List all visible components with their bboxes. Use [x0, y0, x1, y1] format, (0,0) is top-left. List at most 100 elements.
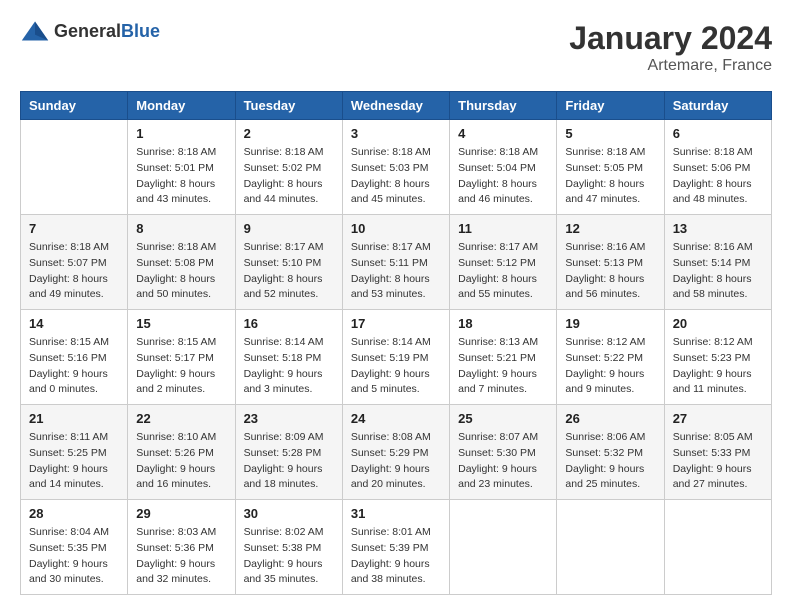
cell-w1-d7: 6 Sunrise: 8:18 AMSunset: 5:06 PMDaylight… [664, 120, 771, 215]
cell-w4-d6: 26 Sunrise: 8:06 AMSunset: 5:32 PMDayligh… [557, 405, 664, 500]
day-info: Sunrise: 8:14 AMSunset: 5:18 PMDaylight:… [244, 335, 334, 398]
day-info: Sunrise: 8:18 AMSunset: 5:05 PMDaylight:… [565, 145, 655, 208]
day-number: 30 [244, 506, 334, 521]
day-number: 7 [29, 221, 119, 236]
day-info: Sunrise: 8:18 AMSunset: 5:04 PMDaylight:… [458, 145, 548, 208]
day-info: Sunrise: 8:18 AMSunset: 5:01 PMDaylight:… [136, 145, 226, 208]
day-number: 13 [673, 221, 763, 236]
week-row-5: 28 Sunrise: 8:04 AMSunset: 5:35 PMDayligh… [21, 500, 772, 595]
cell-w2-d3: 9Sunrise: 8:17 AMSunset: 5:10 PMDaylight… [235, 215, 342, 310]
day-info: Sunrise: 8:04 AMSunset: 5:35 PMDaylight:… [29, 525, 119, 588]
day-info: Sunrise: 8:15 AMSunset: 5:17 PMDaylight:… [136, 335, 226, 398]
cell-w4-d3: 23Sunrise: 8:09 AMSunset: 5:28 PMDayligh… [235, 405, 342, 500]
day-info: Sunrise: 8:12 AMSunset: 5:22 PMDaylight:… [565, 335, 655, 398]
day-number: 28 [29, 506, 119, 521]
day-number: 11 [458, 221, 548, 236]
day-number: 1 [136, 126, 226, 141]
cell-w3-d6: 19Sunrise: 8:12 AMSunset: 5:22 PMDayligh… [557, 310, 664, 405]
cell-w3-d2: 15 Sunrise: 8:15 AMSunset: 5:17 PMDayligh… [128, 310, 235, 405]
day-info: Sunrise: 8:16 AMSunset: 5:13 PMDaylight:… [565, 240, 655, 303]
day-info: Sunrise: 8:18 AMSunset: 5:07 PMDaylight:… [29, 240, 119, 303]
logo-general-text: General [54, 21, 121, 41]
cell-w2-d6: 12 Sunrise: 8:16 AMSunset: 5:13 PMDayligh… [557, 215, 664, 310]
cell-w3-d5: 18 Sunrise: 8:13 AMSunset: 5:21 PMDayligh… [450, 310, 557, 405]
day-number: 24 [351, 411, 441, 426]
day-number: 3 [351, 126, 441, 141]
month-title: January 2024 [569, 20, 772, 57]
cell-w3-d3: 16Sunrise: 8:14 AMSunset: 5:18 PMDayligh… [235, 310, 342, 405]
day-number: 15 [136, 316, 226, 331]
cell-w1-d4: 3 Sunrise: 8:18 AMSunset: 5:03 PMDaylight… [342, 120, 449, 215]
col-wednesday: Wednesday [342, 92, 449, 120]
day-info: Sunrise: 8:07 AMSunset: 5:30 PMDaylight:… [458, 430, 548, 493]
cell-w5-d2: 29Sunrise: 8:03 AMSunset: 5:36 PMDayligh… [128, 500, 235, 595]
day-number: 31 [351, 506, 441, 521]
day-number: 9 [244, 221, 334, 236]
cell-w4-d2: 22 Sunrise: 8:10 AMSunset: 5:26 PMDayligh… [128, 405, 235, 500]
cell-w1-d6: 5 Sunrise: 8:18 AMSunset: 5:05 PMDaylight… [557, 120, 664, 215]
cell-w2-d5: 11Sunrise: 8:17 AMSunset: 5:12 PMDayligh… [450, 215, 557, 310]
title-area: January 2024 Artemare, France [569, 20, 772, 75]
day-info: Sunrise: 8:18 AMSunset: 5:02 PMDaylight:… [244, 145, 334, 208]
day-number: 6 [673, 126, 763, 141]
cell-w5-d5 [450, 500, 557, 595]
cell-w4-d5: 25 Sunrise: 8:07 AMSunset: 5:30 PMDayligh… [450, 405, 557, 500]
day-number: 17 [351, 316, 441, 331]
cell-w2-d4: 10 Sunrise: 8:17 AMSunset: 5:11 PMDayligh… [342, 215, 449, 310]
cell-w3-d1: 14 Sunrise: 8:15 AMSunset: 5:16 PMDayligh… [21, 310, 128, 405]
day-info: Sunrise: 8:05 AMSunset: 5:33 PMDaylight:… [673, 430, 763, 493]
day-number: 20 [673, 316, 763, 331]
day-number: 23 [244, 411, 334, 426]
cell-w2-d2: 8 Sunrise: 8:18 AMSunset: 5:08 PMDaylight… [128, 215, 235, 310]
day-number: 5 [565, 126, 655, 141]
day-number: 8 [136, 221, 226, 236]
day-info: Sunrise: 8:01 AMSunset: 5:39 PMDaylight:… [351, 525, 441, 588]
col-saturday: Saturday [664, 92, 771, 120]
week-row-1: 1 Sunrise: 8:18 AMSunset: 5:01 PMDaylight… [21, 120, 772, 215]
day-info: Sunrise: 8:18 AMSunset: 5:06 PMDaylight:… [673, 145, 763, 208]
day-info: Sunrise: 8:13 AMSunset: 5:21 PMDaylight:… [458, 335, 548, 398]
col-thursday: Thursday [450, 92, 557, 120]
cell-w1-d5: 4 Sunrise: 8:18 AMSunset: 5:04 PMDaylight… [450, 120, 557, 215]
day-info: Sunrise: 8:08 AMSunset: 5:29 PMDaylight:… [351, 430, 441, 493]
day-info: Sunrise: 8:03 AMSunset: 5:36 PMDaylight:… [136, 525, 226, 588]
day-number: 27 [673, 411, 763, 426]
header-row: Sunday Monday Tuesday Wednesday Thursday… [21, 92, 772, 120]
day-info: Sunrise: 8:06 AMSunset: 5:32 PMDaylight:… [565, 430, 655, 493]
day-info: Sunrise: 8:16 AMSunset: 5:14 PMDaylight:… [673, 240, 763, 303]
day-info: Sunrise: 8:12 AMSunset: 5:23 PMDaylight:… [673, 335, 763, 398]
day-number: 12 [565, 221, 655, 236]
day-number: 2 [244, 126, 334, 141]
cell-w5-d7 [664, 500, 771, 595]
calendar-table: Sunday Monday Tuesday Wednesday Thursday… [20, 91, 772, 595]
cell-w1-d2: 1 Sunrise: 8:18 AMSunset: 5:01 PMDaylight… [128, 120, 235, 215]
calendar-header: Sunday Monday Tuesday Wednesday Thursday… [21, 92, 772, 120]
cell-w4-d7: 27 Sunrise: 8:05 AMSunset: 5:33 PMDayligh… [664, 405, 771, 500]
day-number: 18 [458, 316, 548, 331]
day-number: 14 [29, 316, 119, 331]
day-info: Sunrise: 8:17 AMSunset: 5:11 PMDaylight:… [351, 240, 441, 303]
day-number: 10 [351, 221, 441, 236]
col-friday: Friday [557, 92, 664, 120]
col-sunday: Sunday [21, 92, 128, 120]
cell-w2-d1: 7 Sunrise: 8:18 AMSunset: 5:07 PMDaylight… [21, 215, 128, 310]
week-row-4: 21Sunrise: 8:11 AMSunset: 5:25 PMDayligh… [21, 405, 772, 500]
logo: GeneralBlue [20, 20, 160, 42]
day-info: Sunrise: 8:10 AMSunset: 5:26 PMDaylight:… [136, 430, 226, 493]
cell-w1-d3: 2 Sunrise: 8:18 AMSunset: 5:02 PMDaylight… [235, 120, 342, 215]
day-number: 22 [136, 411, 226, 426]
location-title: Artemare, France [569, 57, 772, 75]
day-number: 4 [458, 126, 548, 141]
day-number: 26 [565, 411, 655, 426]
logo-blue-text: Blue [121, 21, 160, 41]
cell-w3-d4: 17Sunrise: 8:14 AMSunset: 5:19 PMDayligh… [342, 310, 449, 405]
col-monday: Monday [128, 92, 235, 120]
day-info: Sunrise: 8:15 AMSunset: 5:16 PMDaylight:… [29, 335, 119, 398]
cell-w5-d1: 28 Sunrise: 8:04 AMSunset: 5:35 PMDayligh… [21, 500, 128, 595]
week-row-3: 14 Sunrise: 8:15 AMSunset: 5:16 PMDayligh… [21, 310, 772, 405]
cell-w1-d1 [21, 120, 128, 215]
day-info: Sunrise: 8:18 AMSunset: 5:08 PMDaylight:… [136, 240, 226, 303]
day-number: 25 [458, 411, 548, 426]
day-info: Sunrise: 8:18 AMSunset: 5:03 PMDaylight:… [351, 145, 441, 208]
calendar-body: 1 Sunrise: 8:18 AMSunset: 5:01 PMDaylight… [21, 120, 772, 595]
